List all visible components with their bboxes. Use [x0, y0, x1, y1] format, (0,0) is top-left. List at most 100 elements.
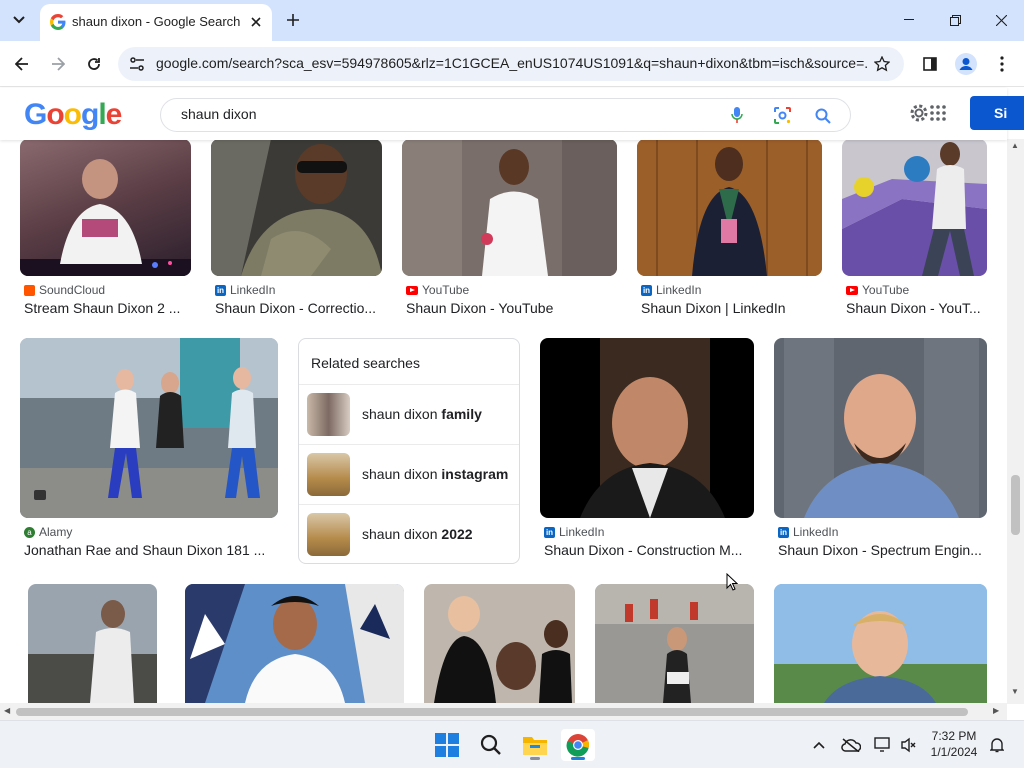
result-title[interactable]: Shaun Dixon - Correctio... — [215, 300, 376, 316]
related-search-item[interactable]: shaun dixon 2022 — [299, 504, 519, 564]
file-explorer-button[interactable] — [518, 729, 552, 761]
result-image-youtube-2[interactable] — [842, 139, 987, 276]
related-prefix: shaun dixon — [362, 466, 442, 482]
google-header: Google shaun dixon Si — [0, 88, 1024, 140]
source-label: Alamy — [39, 525, 73, 539]
site-info-icon[interactable] — [128, 55, 146, 73]
result-title[interactable]: Shaun Dixon - Construction M... — [544, 542, 742, 558]
show-hidden-icons-button[interactable] — [804, 729, 834, 761]
result-title[interactable]: Shaun Dixon - YouT... — [846, 300, 981, 316]
result-source: YouTube — [846, 283, 909, 297]
cloud-offline-icon — [841, 738, 861, 752]
microphone-icon[interactable] — [731, 107, 743, 124]
result-title[interactable]: Stream Shaun Dixon 2 ... — [24, 300, 180, 316]
result-title[interactable]: Shaun Dixon - YouTube — [406, 300, 553, 316]
image-thumbnail — [637, 139, 822, 276]
result-image[interactable] — [28, 584, 157, 703]
network-monitor-icon — [874, 737, 890, 752]
result-image-linkedin-3[interactable] — [540, 338, 754, 518]
active-tab[interactable]: shaun dixon - Google Search — [40, 4, 272, 41]
windows-taskbar: 7:32 PM 1/1/2024 — [0, 720, 1024, 768]
youtube-icon — [846, 285, 858, 295]
google-lens-icon[interactable] — [773, 106, 792, 125]
volume-tray-button[interactable] — [894, 729, 924, 761]
related-search-label: shaun dixon instagram — [362, 466, 508, 482]
image-thumbnail — [211, 139, 382, 276]
result-image-alamy[interactable] — [20, 338, 278, 518]
result-image[interactable] — [774, 584, 987, 703]
horizontal-scroll-thumb[interactable] — [16, 708, 968, 716]
result-source: in LinkedIn — [778, 525, 838, 539]
reload-icon — [88, 58, 100, 70]
result-image-linkedin-1[interactable] — [211, 139, 382, 276]
address-bar[interactable]: google.com/search?sca_esv=594978605&rlz=… — [118, 47, 904, 81]
result-image-linkedin-4[interactable] — [774, 338, 987, 518]
result-image-linkedin-2[interactable] — [637, 139, 822, 276]
vertical-scrollbar[interactable]: ▲ ▼ — [1007, 139, 1024, 704]
soundcloud-icon — [24, 284, 35, 296]
reload-button[interactable] — [80, 50, 108, 78]
tab-close-button[interactable] — [244, 10, 268, 34]
result-image[interactable] — [185, 584, 404, 703]
minimize-button[interactable] — [886, 0, 932, 40]
minimize-icon — [904, 19, 914, 20]
image-thumbnail — [774, 584, 987, 703]
image-thumbnail — [784, 338, 979, 518]
result-title[interactable]: Shaun Dixon - Spectrum Engin... — [778, 542, 982, 558]
result-source: in LinkedIn — [641, 283, 701, 297]
result-source: YouTube — [406, 283, 469, 297]
chevron-down-icon — [13, 16, 25, 24]
onedrive-tray-button[interactable] — [836, 729, 866, 761]
image-thumbnail — [20, 159, 191, 276]
search-icon[interactable] — [815, 108, 831, 124]
settings-gear-icon[interactable] — [908, 102, 930, 124]
result-image[interactable] — [595, 584, 754, 703]
related-search-item[interactable]: shaun dixon instagram — [299, 444, 519, 504]
tab-search-button[interactable] — [6, 8, 32, 32]
result-title[interactable]: Shaun Dixon | LinkedIn — [641, 300, 786, 316]
google-logo[interactable]: Google — [24, 98, 122, 132]
related-term: 2022 — [441, 526, 473, 542]
back-button[interactable] — [8, 50, 36, 78]
scroll-down-arrow-icon[interactable]: ▼ — [1011, 687, 1019, 696]
chrome-taskbar-button[interactable] — [561, 729, 595, 761]
forward-button[interactable] — [44, 50, 72, 78]
bookmark-star-icon[interactable] — [870, 52, 894, 76]
plus-icon — [287, 14, 299, 26]
system-clock[interactable]: 7:32 PM 1/1/2024 — [922, 728, 986, 760]
close-window-button[interactable] — [978, 0, 1024, 40]
close-icon — [251, 17, 261, 27]
notifications-button[interactable] — [986, 729, 1008, 761]
related-thumbnail — [307, 513, 350, 556]
result-source: in LinkedIn — [215, 283, 275, 297]
result-image-soundcloud[interactable] — [20, 139, 191, 276]
scroll-right-arrow-icon[interactable]: ▶ — [993, 706, 999, 715]
related-thumbnail — [307, 393, 350, 436]
arrow-left-icon — [15, 57, 28, 71]
scroll-left-arrow-icon[interactable]: ◀ — [4, 706, 10, 715]
new-tab-button[interactable] — [280, 8, 306, 32]
vertical-scroll-thumb[interactable] — [1011, 475, 1020, 535]
related-searches-card: Related searches shaun dixon family shau… — [298, 338, 520, 564]
scroll-up-arrow-icon[interactable]: ▲ — [1011, 141, 1019, 150]
result-image[interactable] — [424, 584, 575, 703]
sign-in-button[interactable]: Si — [970, 96, 1024, 130]
result-image-youtube-1[interactable] — [402, 139, 617, 276]
search-input[interactable]: shaun dixon — [181, 106, 257, 122]
result-title[interactable]: Jonathan Rae and Shaun Dixon 181 ... — [24, 542, 265, 558]
google-apps-grid-icon[interactable] — [930, 105, 946, 121]
taskbar-search-button[interactable] — [474, 729, 508, 761]
search-box[interactable]: shaun dixon — [160, 98, 851, 132]
windows-logo-icon — [435, 733, 459, 757]
related-searches-title: Related searches — [311, 355, 420, 371]
image-thumbnail — [402, 139, 617, 276]
related-search-item[interactable]: shaun dixon family — [299, 384, 519, 444]
side-panel-button[interactable] — [916, 50, 944, 78]
restore-button[interactable] — [932, 0, 978, 40]
browser-menu-button[interactable] — [988, 50, 1016, 78]
horizontal-scrollbar[interactable]: ◀ ▶ — [0, 703, 1007, 720]
profile-button[interactable] — [952, 50, 980, 78]
linkedin-icon: in — [778, 526, 789, 538]
start-button[interactable] — [430, 729, 464, 761]
url-text[interactable]: google.com/search?sca_esv=594978605&rlz=… — [156, 55, 868, 71]
